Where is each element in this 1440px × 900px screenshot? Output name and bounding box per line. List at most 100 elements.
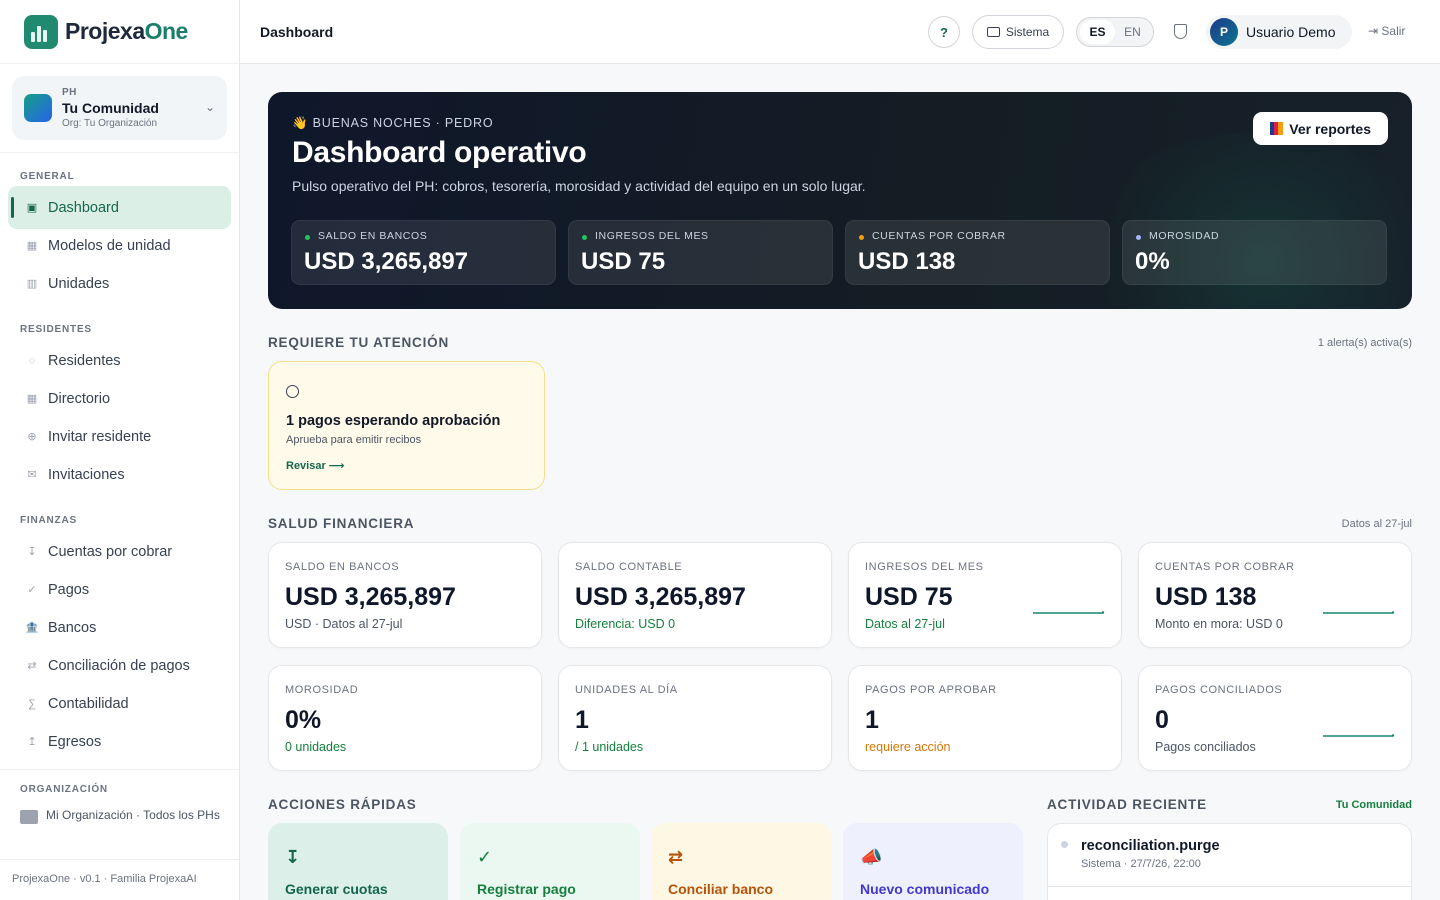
monitor-icon xyxy=(986,27,1000,37)
logout-icon: ⇥ xyxy=(1368,24,1382,38)
hero-banner: 👋 BUENAS NOCHES · PEDRO Dashboard operat… xyxy=(268,92,1412,309)
metric-label: SALDO CONTABLE xyxy=(575,561,683,573)
sidebar-item-conciliacion[interactable]: ⇄ Conciliación de pagos xyxy=(8,644,231,687)
metric-value: 0% xyxy=(285,706,322,734)
activity-event[interactable]: reconciliation.purge xyxy=(1081,838,1220,854)
sidebar-item-invitaciones[interactable]: ✉ Invitaciones xyxy=(8,453,231,496)
alert-desc: Aprueba para emitir recibos xyxy=(286,434,422,446)
check-icon: ✓ xyxy=(27,584,37,596)
chevron-down-icon: ⌄ xyxy=(204,100,215,114)
metric-card: PAGOS POR APROBAR 1 requiere acción xyxy=(848,665,1122,771)
bank-icon: 🏦 xyxy=(25,622,39,634)
sidebar-item-modelos[interactable]: ▦ Modelos de unidad xyxy=(8,224,231,267)
page-title: Dashboard xyxy=(260,24,334,40)
section-residentes: RESIDENTES xyxy=(20,324,92,335)
action-icon: 📣 xyxy=(860,847,883,867)
section-organizacion: ORGANIZACIÓN xyxy=(20,784,108,795)
action-label: Conciliar banco xyxy=(668,881,774,897)
activity-scope[interactable]: Tu Comunidad xyxy=(1336,799,1412,811)
building-icon xyxy=(20,810,38,824)
sidebar-item-pagos[interactable]: ✓ Pagos xyxy=(8,568,231,611)
metric-label: INGRESOS DEL MES xyxy=(865,561,984,573)
sparkline xyxy=(1323,611,1395,614)
sidebar-item-unidades[interactable]: ▥ Unidades xyxy=(8,262,231,305)
metric-label: SALDO EN BANCOS xyxy=(285,561,400,573)
metric-card: CUENTAS POR COBRAR USD 138 Monto en mora: … xyxy=(1138,542,1412,648)
sidebar-item-dashboard[interactable]: ▣ Dashboard xyxy=(8,186,231,229)
lang-en-button[interactable]: EN xyxy=(1115,20,1150,44)
metric-sub: Monto en mora: USD 0 xyxy=(1155,617,1283,631)
action-icon: ⇄ xyxy=(668,847,684,867)
help-button[interactable]: ? xyxy=(928,16,960,48)
sidebar-item-contabilidad[interactable]: ∑ Contabilidad xyxy=(8,682,231,725)
activity-title: ACTIVIDAD RECIENTE xyxy=(1047,797,1207,812)
metric-value: 1 xyxy=(865,706,879,734)
receivable-icon: ↧ xyxy=(27,546,37,558)
user-menu[interactable]: P Usuario Demo xyxy=(1206,15,1352,49)
version-label: ProjexaOne · v0.1 · Familia ProjexaAI xyxy=(12,873,197,885)
sidebar-item-egresos[interactable]: ↥ Egresos xyxy=(8,720,231,763)
metric-sub: Pagos conciliados xyxy=(1155,740,1256,754)
metric-card: PAGOS CONCILIADOS 0 Pagos conciliados xyxy=(1138,665,1412,771)
org-kind: PH xyxy=(62,87,77,98)
metric-value: USD 75 xyxy=(865,583,953,611)
finance-title: SALUD FINANCIERA xyxy=(268,516,415,531)
action-icon: ✓ xyxy=(477,847,493,867)
metric-value: USD 138 xyxy=(1155,583,1257,611)
quick-action-button[interactable]: 📣 Nuevo comunicado xyxy=(843,823,1023,900)
lang-es-button[interactable]: ES xyxy=(1080,20,1115,44)
sidebar-item-residentes[interactable]: ◌ Residentes xyxy=(8,339,231,382)
metric-sub: requiere acción xyxy=(865,740,951,754)
hero-subtitle: Pulso operativo del PH: cobros, tesorerí… xyxy=(292,178,866,194)
sidebar-item-invitar[interactable]: ⊕ Invitar residente xyxy=(8,415,231,458)
action-label: Registrar pago xyxy=(477,881,576,897)
activity-list: reconciliation.purge Sistema · 27/7/26, … xyxy=(1047,823,1412,900)
logo-icon xyxy=(24,14,58,49)
alert-title: 1 pagos esperando aprobación xyxy=(286,413,501,429)
metric-value: USD 3,265,897 xyxy=(575,583,746,611)
org-name: Tu Comunidad xyxy=(62,100,159,116)
review-link[interactable]: Revisar ⟶ xyxy=(286,459,345,472)
logout-button[interactable]: ⇥ Salir xyxy=(1368,24,1405,38)
avatar: P xyxy=(1210,18,1238,46)
section-general: GENERAL xyxy=(20,171,75,182)
user-name: Usuario Demo xyxy=(1246,24,1336,40)
hero-kpi: MOROSIDAD 0% xyxy=(1122,220,1387,285)
shield-icon[interactable] xyxy=(1174,24,1187,39)
theme-system-button[interactable]: Sistema xyxy=(972,15,1064,49)
quick-action-button[interactable]: ↧ Generar cuotas xyxy=(268,823,448,900)
add-user-icon: ⊕ xyxy=(27,431,37,443)
app-logo[interactable]: ProjexaOne xyxy=(0,0,239,64)
directory-icon: ▦ xyxy=(26,393,38,405)
reports-button[interactable]: Ver reportes xyxy=(1253,112,1388,145)
sidebar: ProjexaOne PH Tu Comunidad Org: Tu Organ… xyxy=(0,0,240,900)
sparkline xyxy=(1323,734,1395,737)
metric-value: USD 3,265,897 xyxy=(285,583,456,611)
metric-sub: 0 unidades xyxy=(285,740,347,754)
sidebar-item-organization[interactable]: Mi Organización · Todos los PHs xyxy=(20,808,220,824)
metric-label: UNIDADES AL DÍA xyxy=(575,684,678,696)
metric-card: MOROSIDAD 0% 0 unidades xyxy=(268,665,542,771)
greeting: 👋 BUENAS NOCHES · PEDRO xyxy=(292,116,494,130)
metric-sub: Diferencia: USD 0 xyxy=(575,617,676,631)
activity-dot xyxy=(1061,841,1068,848)
dashboard-icon: ▣ xyxy=(26,202,38,214)
quick-actions-title: ACCIONES RÁPIDAS xyxy=(268,797,417,812)
finance-date: Datos al 27-jul xyxy=(1341,518,1412,530)
metric-sub: Datos al 27-jul xyxy=(865,617,945,631)
activity-meta: Sistema · 27/7/26, 22:00 xyxy=(1081,858,1201,870)
sparkline xyxy=(1033,611,1105,614)
building-icon: ▥ xyxy=(26,278,38,290)
attention-count: 1 alerta(s) activa(s) xyxy=(1317,337,1412,349)
org-switcher[interactable]: PH Tu Comunidad Org: Tu Organización ⌄ xyxy=(12,76,227,140)
sidebar-item-bancos[interactable]: 🏦 Bancos xyxy=(8,606,231,649)
alert-card[interactable]: 1 pagos esperando aprobación Aprueba par… xyxy=(268,361,545,490)
sidebar-item-directorio[interactable]: ▦ Directorio xyxy=(8,377,231,420)
quick-action-button[interactable]: ✓ Registrar pago xyxy=(460,823,640,900)
topbar: Dashboard ? Sistema ES EN P Usuario Demo… xyxy=(240,0,1440,64)
hero-kpi: CUENTAS POR COBRAR USD 138 xyxy=(845,220,1110,285)
quick-action-button[interactable]: ⇄ Conciliar banco xyxy=(651,823,831,900)
action-label: Nuevo comunicado xyxy=(860,881,990,897)
hero-kpi: INGRESOS DEL MES USD 75 xyxy=(568,220,833,285)
sidebar-item-cuentas[interactable]: ↧ Cuentas por cobrar xyxy=(8,530,231,573)
